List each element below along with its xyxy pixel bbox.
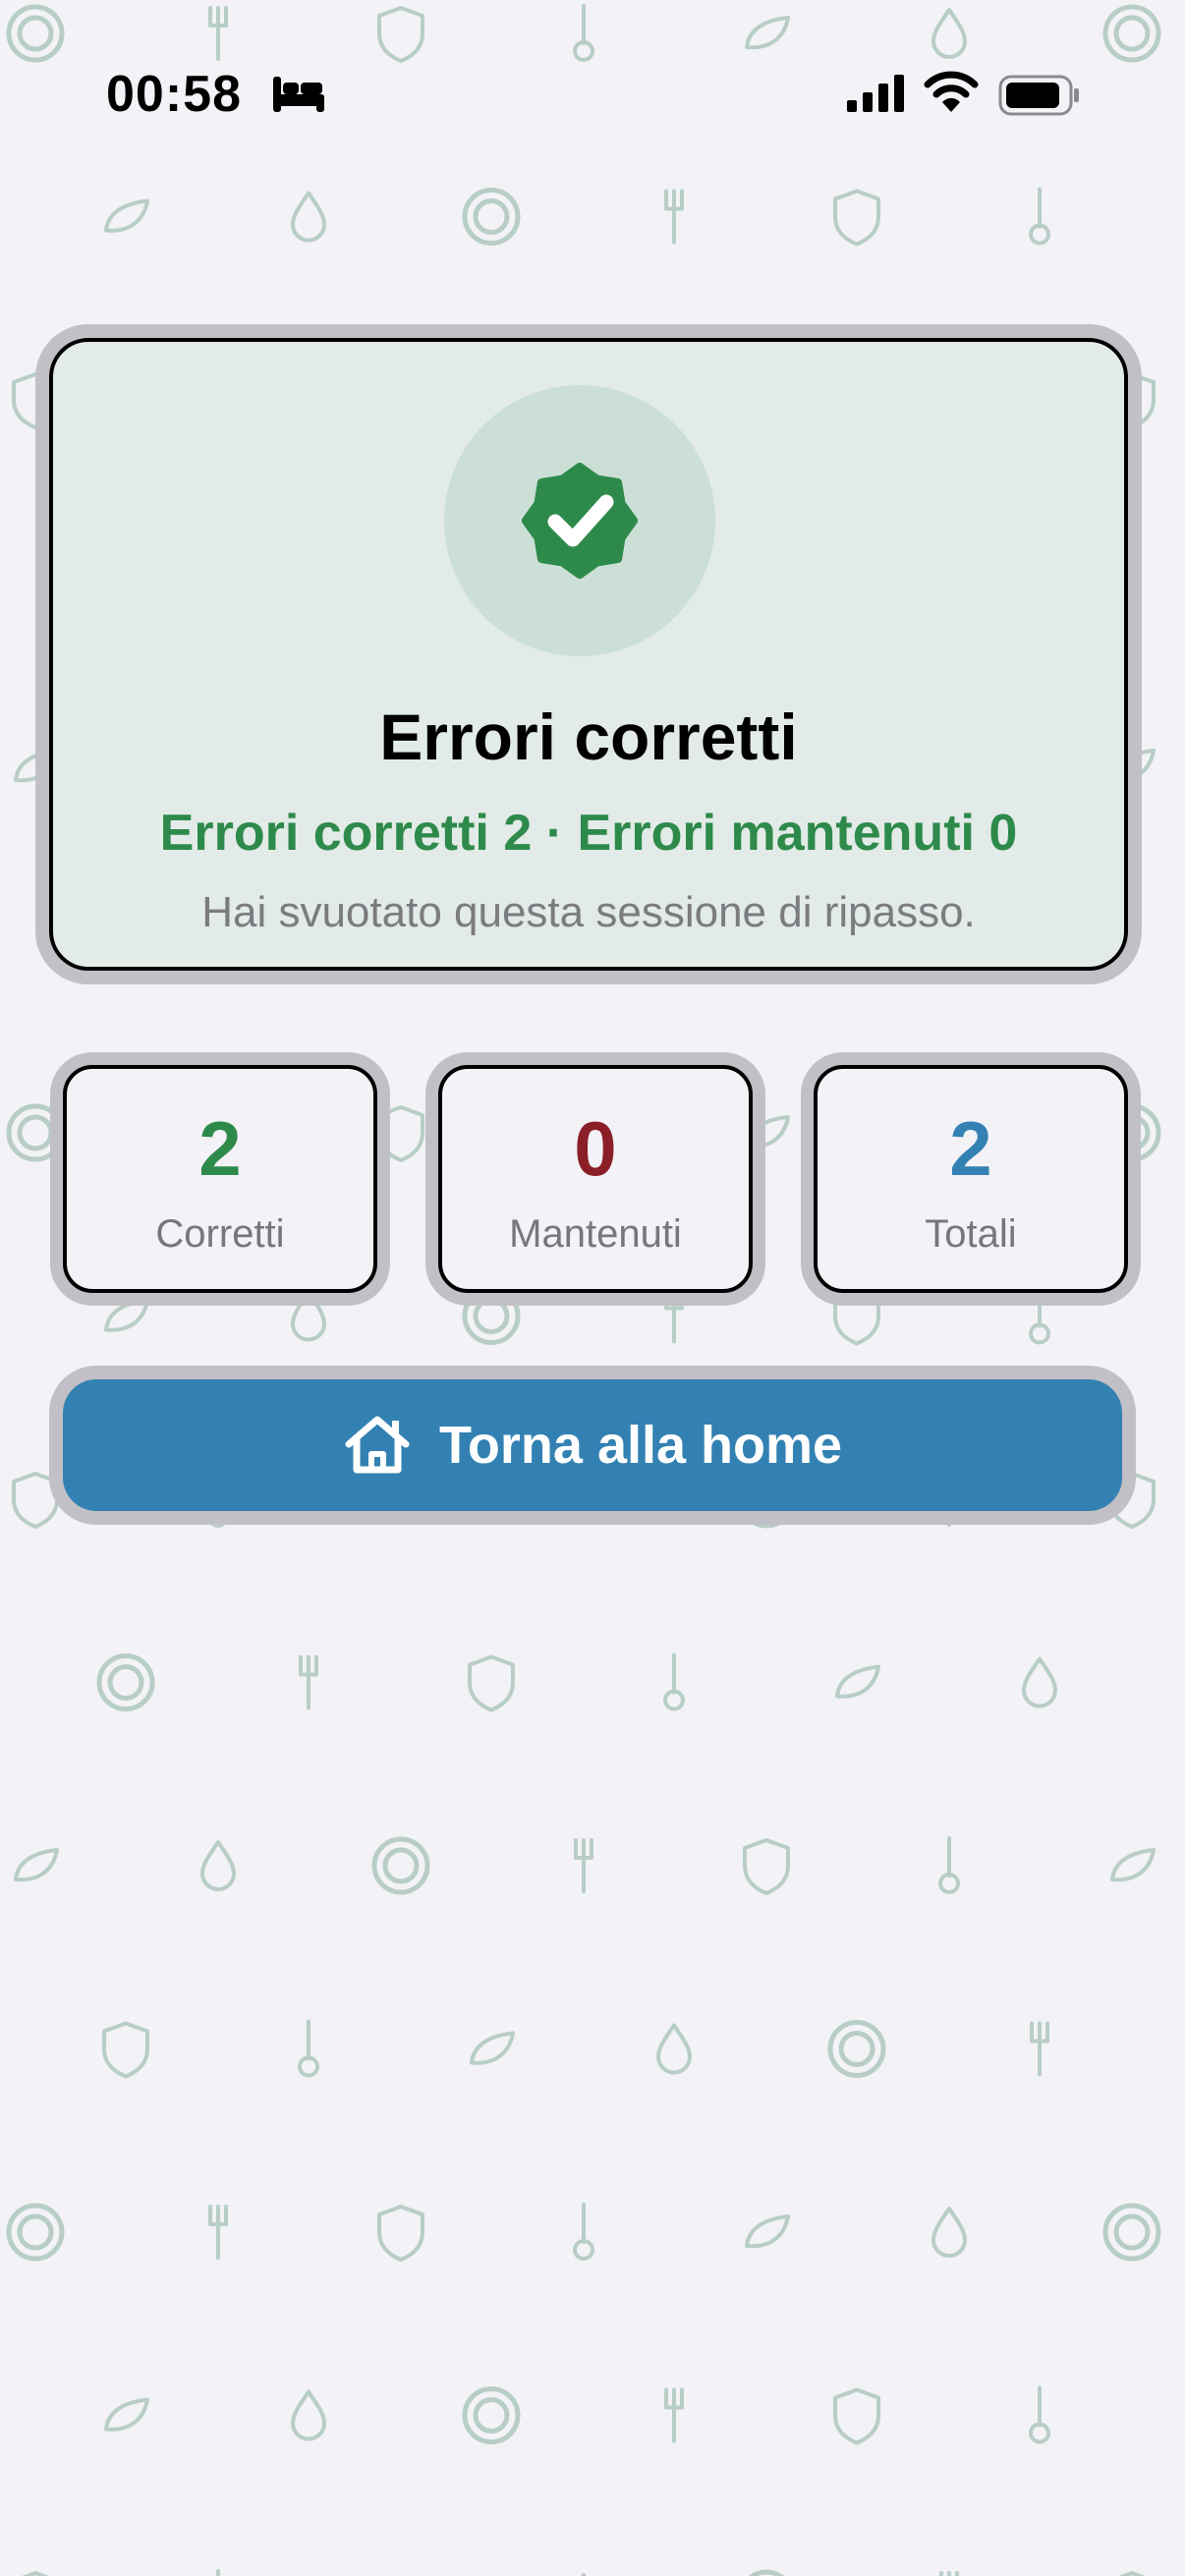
fork-icon xyxy=(664,189,684,245)
stat-card-totali: 2 Totali xyxy=(814,1065,1128,1293)
stat-value-corretti: 2 xyxy=(198,1105,242,1192)
cellular-signal-icon xyxy=(847,75,904,112)
fork-icon xyxy=(664,1288,684,1344)
fork-icon xyxy=(1030,2021,1049,2077)
stat-label-mantenuti: Mantenuti xyxy=(509,1212,682,1256)
leaf-icon xyxy=(14,1848,59,1882)
thermometer-icon xyxy=(938,1836,960,1894)
badge-circle xyxy=(444,385,715,656)
fork-icon xyxy=(664,2387,684,2443)
fork-icon xyxy=(574,1838,593,1893)
drop-icon xyxy=(291,191,326,243)
thermometer-icon xyxy=(298,2019,319,2078)
shield-icon xyxy=(833,2387,880,2445)
leaf-icon xyxy=(745,1115,790,1149)
thermometer-icon xyxy=(1029,2385,1050,2444)
shield-icon xyxy=(743,1838,790,1895)
result-subtitle: Hai svuotato questa sessione di ripasso. xyxy=(201,888,976,936)
target-icon xyxy=(1102,2203,1161,2262)
leaf-icon xyxy=(104,1298,149,1332)
shield-icon xyxy=(377,1105,424,1162)
result-card: Errori corretti Errori corretti 2 · Erro… xyxy=(49,338,1128,971)
drop-icon xyxy=(1022,1656,1057,1708)
thermometer-icon xyxy=(1029,1286,1050,1345)
stat-label-totali: Totali xyxy=(925,1212,1017,1256)
drop-icon xyxy=(291,1290,326,1342)
verified-badge-check-icon xyxy=(522,463,638,579)
leaf-icon xyxy=(104,2397,149,2432)
leaf-icon xyxy=(470,2031,515,2065)
target-icon xyxy=(462,1287,521,1345)
result-title: Errori corretti xyxy=(379,700,798,773)
shield-icon xyxy=(377,2205,424,2262)
target-icon xyxy=(462,2386,521,2444)
home-button[interactable]: Torna alla home xyxy=(63,1379,1122,1511)
fork-icon xyxy=(299,1654,318,1710)
leaf-icon xyxy=(745,2214,790,2249)
bed-icon xyxy=(273,77,324,112)
shield-icon xyxy=(468,1654,515,1712)
fork-icon xyxy=(208,2205,228,2260)
stat-card-corretti: 2 Corretti xyxy=(63,1065,377,1293)
shield-icon xyxy=(102,2021,149,2079)
thermometer-icon xyxy=(573,2203,594,2261)
status-time: 00:58 xyxy=(106,66,242,123)
stat-card-mantenuti: 0 Mantenuti xyxy=(438,1065,753,1293)
drop-icon xyxy=(291,2389,326,2441)
target-icon xyxy=(371,1836,430,1895)
home-button-label: Torna alla home xyxy=(438,1416,843,1475)
stat-value-mantenuti: 0 xyxy=(574,1105,617,1192)
target-icon xyxy=(462,188,521,246)
leaf-icon xyxy=(835,1664,880,1699)
result-summary: Errori corretti 2 · Errori mantenuti 0 xyxy=(159,805,1018,862)
thermometer-icon xyxy=(663,1652,685,1711)
drop-icon xyxy=(931,2207,967,2258)
drop-icon xyxy=(656,2023,692,2075)
drop-icon xyxy=(200,1840,236,1891)
stat-value-totali: 2 xyxy=(949,1105,992,1192)
thermometer-icon xyxy=(1029,187,1050,246)
shield-icon xyxy=(833,189,880,247)
target-icon xyxy=(748,2569,785,2576)
target-icon xyxy=(6,2203,65,2262)
wifi-icon xyxy=(924,71,979,112)
house-icon xyxy=(345,1416,410,1474)
stat-label-corretti: Corretti xyxy=(155,1212,285,1256)
thermometer-icon xyxy=(216,2569,220,2576)
leaf-icon xyxy=(1110,1848,1156,1882)
target-icon xyxy=(96,1653,155,1711)
status-bar: 00:58 xyxy=(0,0,1185,196)
battery-icon xyxy=(998,75,1079,116)
leaf-icon xyxy=(104,198,149,233)
shield-icon xyxy=(12,1472,59,1529)
shield-icon xyxy=(833,1288,880,1346)
target-icon xyxy=(827,2020,886,2078)
home-button-content: Torna alla home xyxy=(63,1379,1122,1511)
target-icon xyxy=(6,1103,65,1162)
